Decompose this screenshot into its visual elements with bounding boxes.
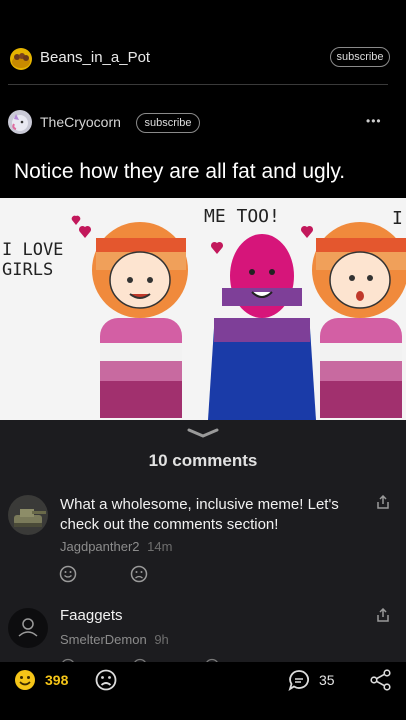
comment-meta: SmelterDemon 9h xyxy=(60,632,169,647)
bottom-action-bar: 398 35 xyxy=(0,662,406,720)
share-icon[interactable] xyxy=(376,608,390,622)
heart-icon xyxy=(71,215,81,225)
react-frown-icon[interactable] xyxy=(130,565,148,583)
happy-face-icon xyxy=(15,670,35,690)
share-icon[interactable] xyxy=(376,495,390,509)
post-title: Notice how they are all fat and ugly. xyxy=(14,160,346,183)
comment-time: 14m xyxy=(147,539,173,554)
default-user-icon xyxy=(18,618,38,637)
comments-total: 35 xyxy=(319,672,335,688)
score-count: 398 xyxy=(45,672,69,688)
comment-meta: Jagdpanther2 14m xyxy=(60,539,172,554)
heart-icon xyxy=(210,241,224,254)
post-author[interactable]: TheCryocorn xyxy=(40,114,121,130)
comments-count: 10 comments xyxy=(148,451,258,470)
pot-icon xyxy=(12,53,30,68)
comments-button[interactable]: 35 xyxy=(288,668,348,696)
react-smile-icon[interactable] xyxy=(59,565,77,583)
channel-subscribe-button[interactable]: subscribe xyxy=(330,47,390,67)
author-subscribe-button[interactable]: subscribe xyxy=(136,113,200,133)
heart-icon xyxy=(78,225,92,238)
channel-name[interactable]: Beans_in_a_Pot xyxy=(40,49,150,66)
tank-icon xyxy=(14,509,46,527)
meme-text-love-girls: I LOVE GIRLS xyxy=(2,240,64,280)
upvote-button[interactable]: 398 xyxy=(14,668,84,696)
more-options-icon[interactable]: ••• xyxy=(366,114,382,128)
channel-avatar[interactable] xyxy=(10,48,32,70)
comment-avatar[interactable] xyxy=(8,495,48,535)
left-figure xyxy=(92,222,188,418)
comment-username[interactable]: SmelterDemon xyxy=(60,632,147,647)
header-divider xyxy=(8,84,388,85)
meme-text-partial: I xyxy=(392,208,403,229)
comment-avatar[interactable] xyxy=(8,608,48,648)
comment-time: 9h xyxy=(154,632,169,647)
sad-face-icon[interactable] xyxy=(95,669,117,691)
meme-illustration xyxy=(71,215,406,420)
comment-text: What a wholesome, inclusive meme! Let's … xyxy=(60,496,339,533)
heart-icon xyxy=(300,225,314,238)
middle-figure xyxy=(208,234,316,420)
unicorn-icon xyxy=(12,114,28,131)
comment-bubble-icon xyxy=(288,670,309,691)
comment-text: Faaggets xyxy=(60,607,123,624)
right-figure xyxy=(312,222,406,418)
post-image[interactable]: I LOVE GIRLS ME TOO! I xyxy=(0,198,406,420)
chevron-down-icon[interactable] xyxy=(187,428,219,438)
share-network-icon[interactable] xyxy=(370,669,392,691)
author-avatar[interactable] xyxy=(8,110,32,134)
comment-username[interactable]: Jagdpanther2 xyxy=(60,539,140,554)
meme-text-me-too: ME TOO! xyxy=(204,206,280,227)
